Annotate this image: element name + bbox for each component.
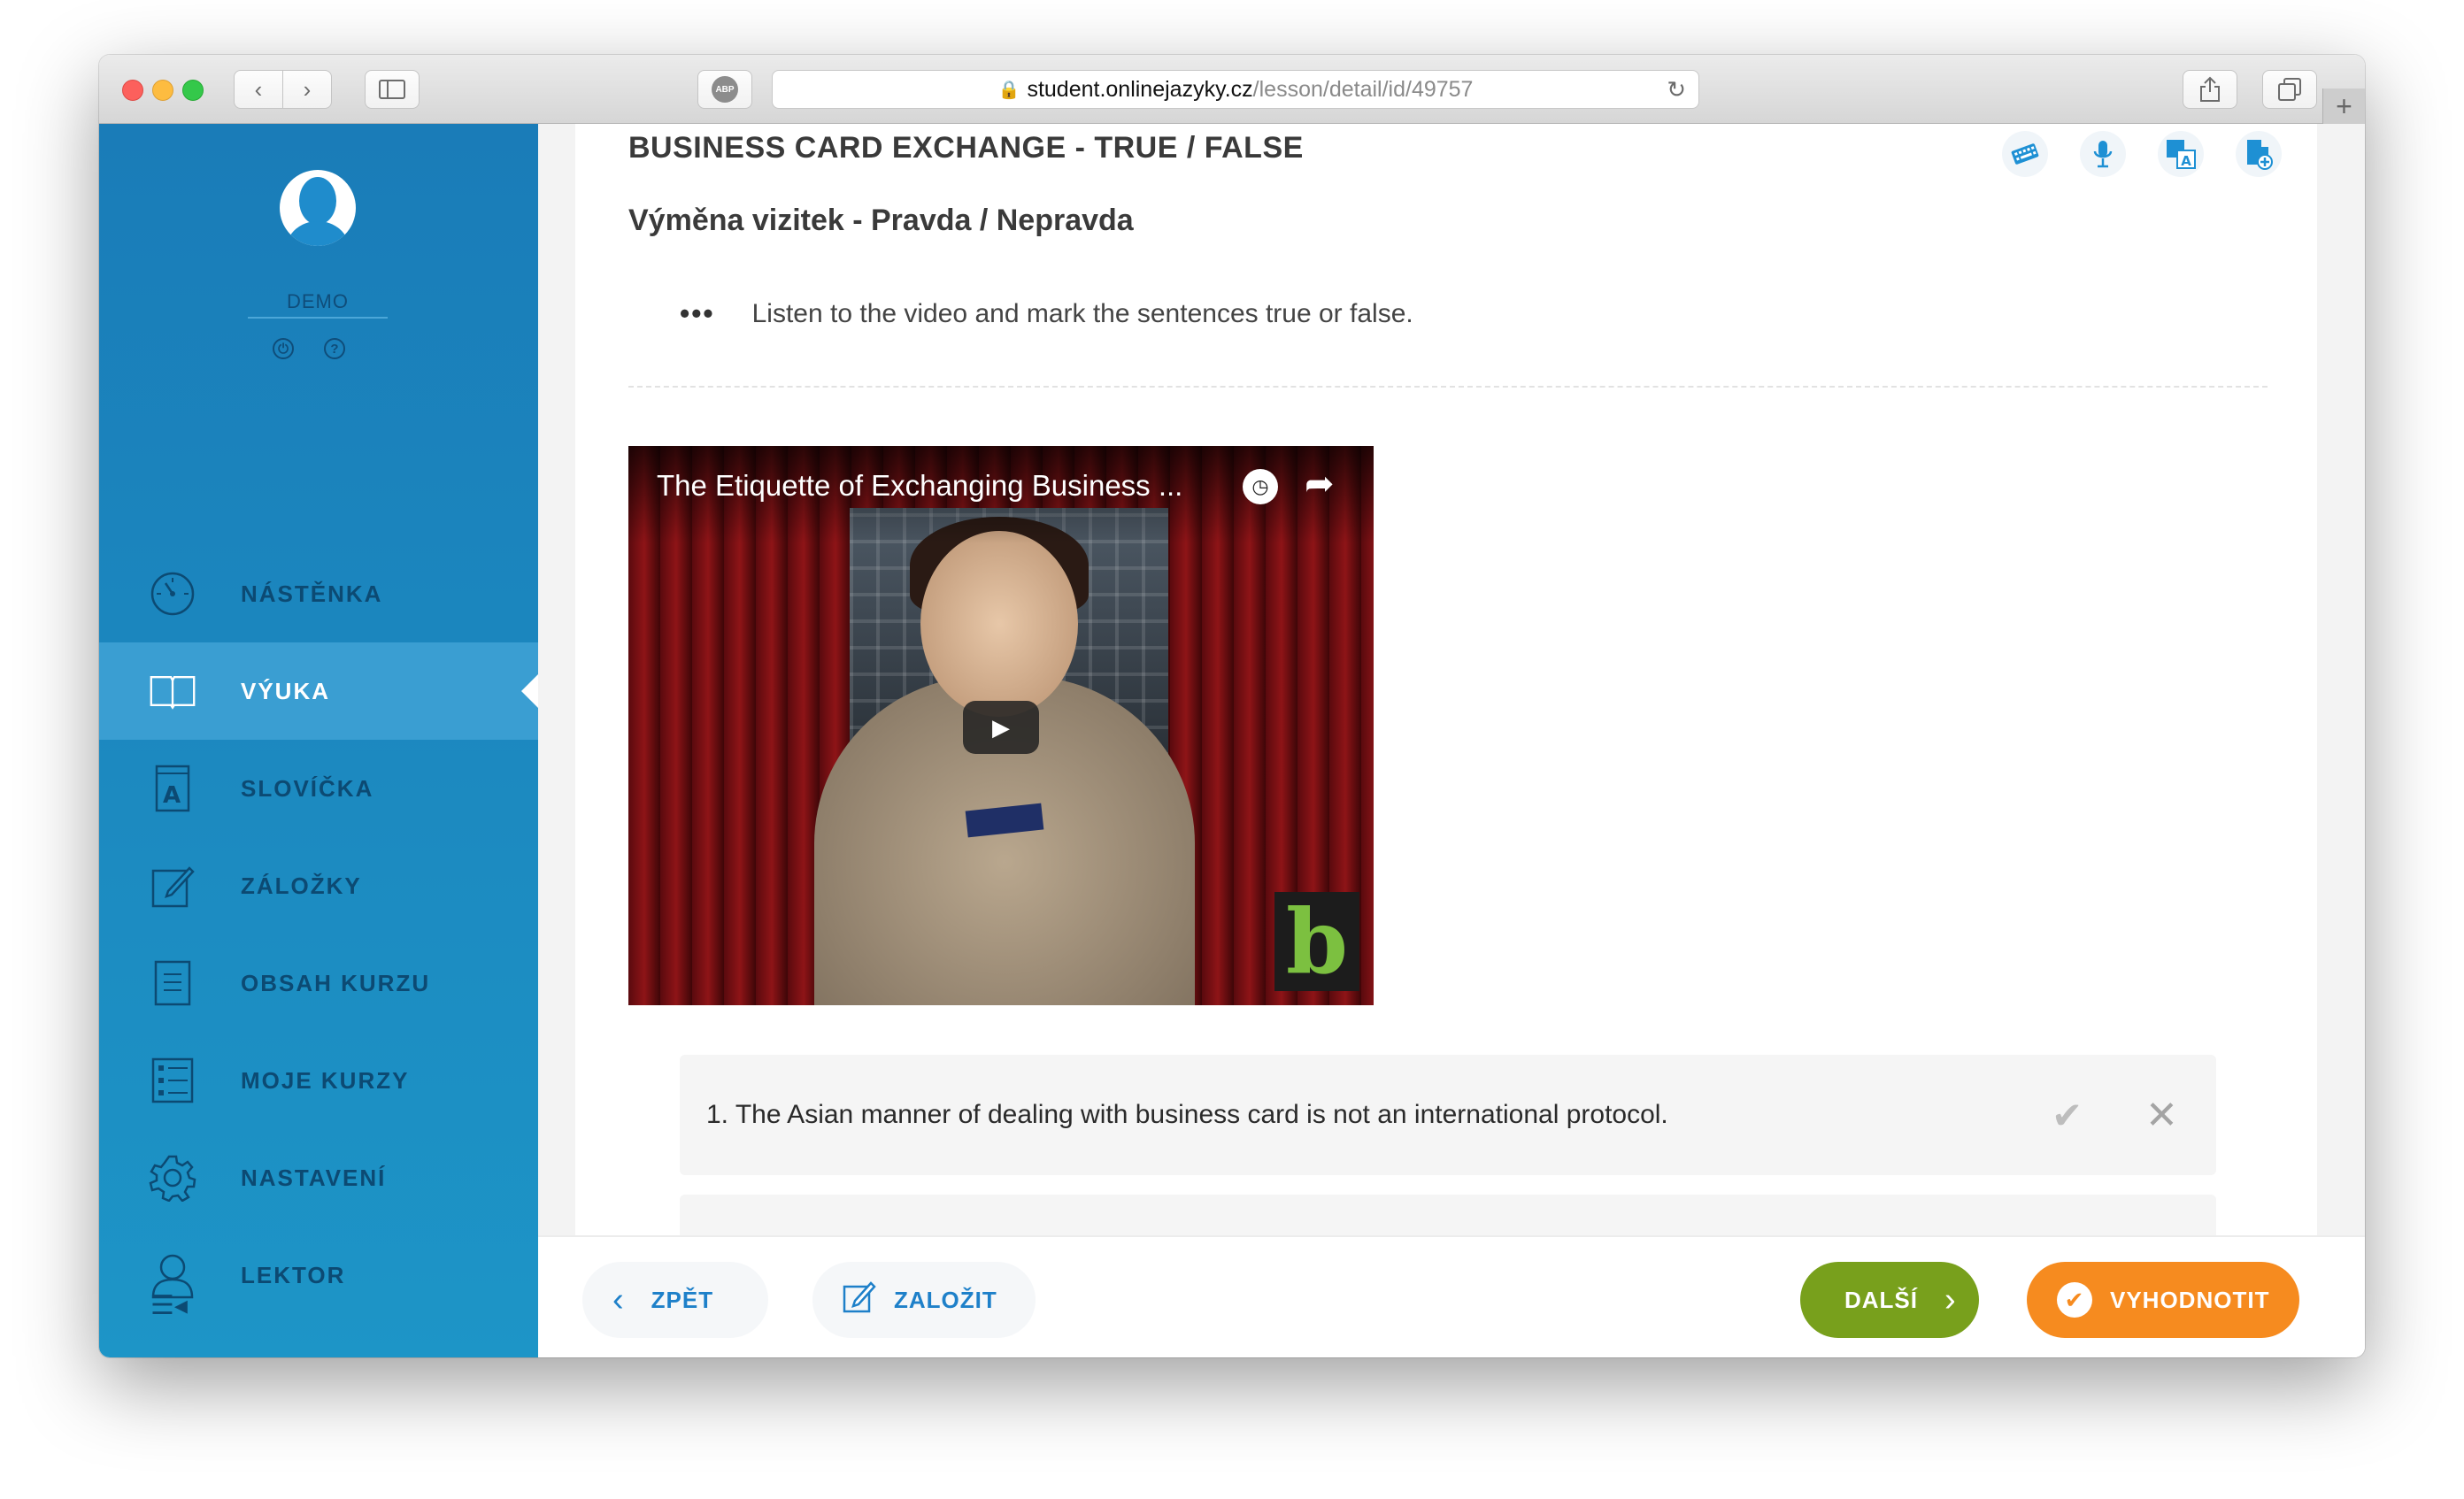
adblock-button[interactable]: ABP [697,70,752,109]
question-text: 1. The Asian manner of dealing with busi… [706,1100,1668,1129]
tabs-icon [2278,78,2301,101]
close-window-button[interactable] [122,80,143,101]
sidebar-item-nastaveni[interactable]: NASTAVENÍ [99,1129,538,1226]
play-icon: ▶ [992,713,1010,741]
sidebar-item-nastenka[interactable]: NÁSTĚNKA [99,545,538,642]
chevron-left-icon: ‹ [612,1280,625,1318]
sidebar-toggle-button[interactable] [365,70,420,109]
sidebar-menu: NÁSTĚNKA VÝUKA A SLOVÍČKA ZÁLOŽKY OBSAH … [99,545,538,1324]
address-bar[interactable]: 🔒 student.onlinejazyky.cz/lesson/detail/… [772,70,1699,109]
user-name[interactable]: DEMO [248,290,388,319]
avatar-body [287,221,349,246]
url-path: /lesson/detail/id/49757 [1252,76,1474,102]
sidebar-item-label: OBSAH KURZU [241,969,431,996]
video-player[interactable]: The Etiquette of Exchanging Business ...… [628,446,1374,1005]
lesson-tools: A [2002,131,2282,177]
back-button[interactable]: ‹ ZPĚT [582,1262,768,1338]
video-presenter-head [920,531,1078,717]
sidebar-item-label: ZÁLOŽKY [241,872,362,899]
my-courses-icon [149,1057,196,1104]
svg-text:A: A [2181,153,2191,169]
book-icon [149,667,196,715]
new-tab-button[interactable]: + [2322,88,2365,124]
check-circle-icon: ✔ [2057,1282,2092,1318]
question-row [680,1195,2216,1235]
zoom-window-button[interactable] [182,80,204,101]
forward-icon: › [303,75,312,103]
evaluate-button-label: VYHODNOTIT [2110,1286,2270,1313]
translate-icon[interactable]: A [2158,131,2204,177]
svg-text:A: A [163,782,182,809]
sidebar-icon [379,80,405,99]
share-arrow-icon[interactable]: ➦ [1305,464,1335,504]
settings-icon [149,1154,196,1202]
question-row: 1. The Asian manner of dealing with busi… [680,1055,2216,1175]
sidebar-item-label: NASTAVENÍ [241,1164,387,1191]
watch-later-icon[interactable]: ◷ [1243,469,1278,504]
next-button-label: DALŠÍ [1844,1286,1918,1313]
vocabulary-icon: A [149,765,196,812]
sidebar-item-label: SLOVÍČKA [241,774,374,802]
back-button-label: ZPĚT [651,1286,714,1313]
course-content-icon [149,959,196,1007]
instruction: ••• Listen to the video and mark the sen… [680,297,1413,330]
share-icon [2200,76,2220,102]
divider [628,386,2268,388]
user-actions: ⏻ ? [273,338,345,359]
sidebar: DEMO ⏻ ? NÁSTĚNKA VÝUKA A SLOVÍČKA ZÁLOŽ… [99,124,538,1357]
sidebar-item-obsah-kurzu[interactable]: OBSAH KURZU [99,934,538,1032]
evaluate-button[interactable]: ✔ VYHODNOTIT [2027,1262,2299,1338]
sidebar-item-label: NÁSTĚNKA [241,580,383,607]
sidebar-item-label: LEKTOR [241,1261,346,1288]
keyboard-icon[interactable] [2002,131,2048,177]
share-button[interactable] [2183,70,2237,109]
lesson-subtitle: Výměna vizitek - Pravda / Nepravda [628,204,1134,237]
minimize-window-button[interactable] [152,80,173,101]
bookmark-edit-icon [843,1280,876,1321]
browser-forward-button[interactable]: › [282,70,332,109]
microphone-icon[interactable] [2080,131,2126,177]
bookmark-button-label: ZALOŽIT [894,1286,997,1313]
avatar-head [299,177,336,225]
add-note-icon[interactable] [2236,131,2282,177]
content-area[interactable]: BUSINESS CARD EXCHANGE - TRUE / FALSE Vý… [538,124,2365,1235]
plus-icon: + [2336,89,2352,122]
sidebar-item-label: MOJE KURZY [241,1066,410,1094]
dashboard-icon [149,570,196,618]
help-icon[interactable]: ? [324,338,345,359]
browser-back-button[interactable]: ‹ [234,70,283,109]
lesson-card: BUSINESS CARD EXCHANGE - TRUE / FALSE Vý… [575,124,2317,1235]
bookmark-edit-icon [149,862,196,910]
lesson-footer: ‹ ZPĚT ZALOŽIT DALŠÍ › ✔ VYHODNOTIT [538,1235,2365,1357]
sidebar-item-vyuka[interactable]: VÝUKA [99,642,538,740]
browser-window: ‹ › ABP 🔒 student.onlinejazyky.cz/lesson… [99,55,2365,1357]
play-button[interactable]: ▶ [963,701,1039,754]
bookmark-button[interactable]: ZALOŽIT [812,1262,1036,1338]
next-button[interactable]: DALŠÍ › [1800,1262,1979,1338]
true-check-icon[interactable]: ✔ [2052,1094,2083,1137]
false-cross-icon[interactable]: ✕ [2145,1093,2178,1138]
sidebar-item-moje-kurzy[interactable]: MOJE KURZY [99,1032,538,1129]
lesson-title: BUSINESS CARD EXCHANGE - TRUE / FALSE [628,131,1304,165]
sidebar-item-slovicka[interactable]: A SLOVÍČKA [99,740,538,837]
lock-icon: 🔒 [997,80,1020,100]
logout-icon[interactable]: ⏻ [273,338,294,359]
video-title[interactable]: The Etiquette of Exchanging Business ... [657,469,1223,503]
show-tabs-button[interactable] [2262,70,2317,109]
browser-toolbar: ‹ › ABP 🔒 student.onlinejazyky.cz/lesson… [99,55,2365,124]
reload-icon[interactable]: ↻ [1667,76,1686,104]
chevron-right-icon: › [1944,1280,1957,1318]
avatar[interactable] [280,170,356,246]
instruction-text: Listen to the video and mark the sentenc… [751,298,1413,328]
sidebar-item-label: VÝUKA [241,677,331,704]
channel-logo: b [1274,889,1359,994]
adblock-icon: ABP [712,76,738,103]
more-dots-icon: ••• [680,297,715,329]
back-icon: ‹ [254,75,263,103]
collapse-menu-icon[interactable]: ☰◂ [150,1290,188,1321]
url-domain: student.onlinejazyky.cz [1027,76,1253,102]
sidebar-item-zalozky[interactable]: ZÁLOŽKY [99,837,538,934]
app: DEMO ⏻ ? NÁSTĚNKA VÝUKA A SLOVÍČKA ZÁLOŽ… [99,124,2365,1357]
